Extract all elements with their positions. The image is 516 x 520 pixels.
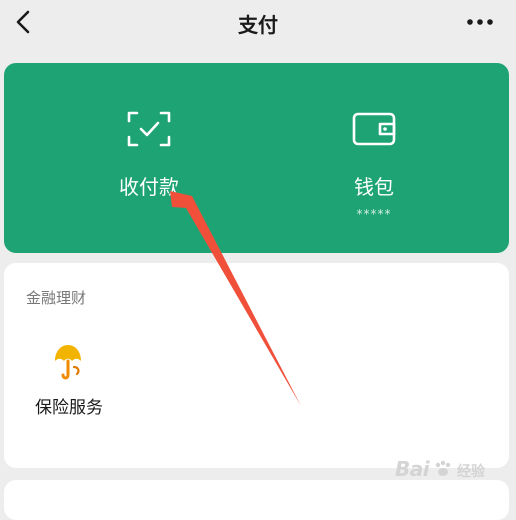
next-section-card [4, 480, 509, 520]
paw-icon [435, 460, 451, 476]
section-title-finance: 金融理财 [26, 289, 87, 307]
scan-check-icon [127, 111, 171, 147]
wallet-balance-masked: ***** [356, 207, 392, 221]
payment-card: 收付款 钱包 ***** [4, 63, 509, 253]
insurance-umbrella-icon [55, 345, 81, 380]
more-dots-icon [467, 19, 493, 25]
insurance-service-label: 保险服务 [35, 398, 103, 418]
more-button[interactable] [462, 8, 498, 36]
finance-card: 金融理财 保险服务 [4, 263, 509, 468]
receive-pay-tile[interactable]: 收付款 [39, 63, 259, 253]
top-bar: 支付 [0, 0, 516, 48]
insurance-service-item[interactable]: 保险服务 [19, 333, 149, 423]
watermark-logo: Bai 经验 [395, 455, 505, 485]
wallet-tile[interactable]: 钱包 ***** [264, 63, 484, 253]
wallet-icon [352, 112, 396, 146]
receive-pay-label: 收付款 [119, 175, 179, 199]
wallet-label: 钱包 [354, 175, 394, 199]
watermark-suffix: 经验 [457, 464, 485, 480]
watermark-text: Bai [395, 457, 430, 481]
page-title: 支付 [238, 13, 278, 37]
